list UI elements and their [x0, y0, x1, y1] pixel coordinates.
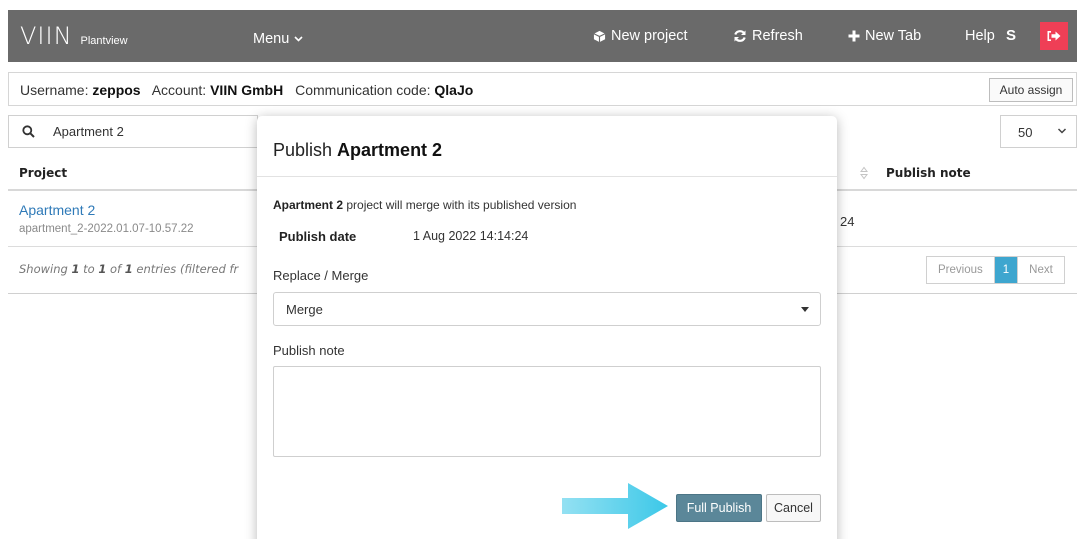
brand[interactable]: VIIN Plantview — [20, 22, 128, 50]
chevron-down-icon — [294, 36, 303, 42]
publish-note-label: Publish note — [273, 343, 345, 358]
refresh-button[interactable]: Refresh — [733, 10, 803, 62]
menu-label: Menu — [253, 31, 290, 47]
brand-subtitle: Plantview — [80, 35, 128, 47]
project-link[interactable]: Apartment 2 — [19, 202, 95, 218]
brand-logo: VIIN — [20, 22, 73, 50]
column-header-publish-note[interactable]: Publish note — [886, 166, 971, 180]
refresh-label: Refresh — [752, 28, 803, 44]
logout-button[interactable] — [1040, 22, 1068, 50]
auto-assign-button[interactable]: Auto assign — [989, 78, 1073, 102]
communication-code-label: Communication code: — [295, 82, 431, 98]
refresh-icon — [734, 30, 746, 42]
username-value: zeppos — [92, 82, 141, 98]
cube-icon — [593, 30, 606, 42]
next-page-button[interactable]: Next — [1017, 257, 1064, 283]
page-size-value: 50 — [1018, 125, 1033, 140]
search-icon-wrap[interactable] — [9, 116, 47, 147]
communication-code-value: QlaJo — [434, 82, 474, 98]
plus-icon — [848, 30, 860, 42]
help-label: Help — [965, 28, 995, 44]
menu-dropdown[interactable]: Menu — [253, 13, 303, 65]
help-link[interactable]: Help — [965, 10, 995, 62]
top-navbar: VIIN Plantview Menu New project Refresh … — [8, 10, 1077, 62]
chevron-down-icon — [1057, 128, 1067, 134]
cancel-button[interactable]: Cancel — [766, 494, 821, 522]
user-button[interactable]: S — [1006, 10, 1016, 62]
column-header-project[interactable]: Project — [19, 166, 67, 180]
page-1-button[interactable]: 1 — [994, 257, 1018, 283]
new-project-button[interactable]: New project — [593, 10, 688, 62]
replace-merge-select[interactable]: Merge — [273, 292, 821, 326]
username-label: Username: — [20, 82, 89, 98]
search-box — [8, 115, 258, 148]
merge-message: Apartment 2 project will merge with its … — [273, 198, 577, 212]
showing-entries-text: Showing 1 to 1 of 1 entries (filtered fr — [19, 262, 239, 276]
pagination: Previous 1 Next — [926, 256, 1065, 284]
publish-note-textarea[interactable] — [273, 366, 821, 457]
new-tab-button[interactable]: New Tab — [848, 10, 921, 62]
account-value: VIIN GmbH — [210, 82, 284, 98]
full-publish-button[interactable]: Full Publish — [676, 494, 762, 522]
dialog-title: Publish Apartment 2 — [273, 140, 443, 160]
sort-icon[interactable] — [860, 166, 868, 180]
new-tab-label: New Tab — [865, 28, 922, 44]
publish-date-value: 1 Aug 2022 14:14:24 — [413, 229, 529, 243]
page-size-select[interactable]: 50 — [1000, 115, 1077, 148]
logout-icon — [1047, 31, 1061, 41]
user-initial: S — [1006, 27, 1017, 44]
pointer-arrow-icon — [562, 483, 668, 529]
caret-down-icon — [801, 307, 809, 312]
replace-merge-value: Merge — [286, 302, 323, 317]
account-info-text: Username: zeppos Account: VIIN GmbH Comm… — [20, 82, 473, 98]
dialog-divider — [257, 176, 837, 177]
search-input[interactable] — [53, 120, 253, 143]
publish-dialog: Publish Apartment 2 Apartment 2 project … — [257, 116, 837, 539]
account-info-bar: Username: zeppos Account: VIIN GmbH Comm… — [8, 72, 1077, 106]
app-window: VIIN Plantview Menu New project Refresh … — [0, 0, 1077, 539]
account-label: Account: — [151, 82, 207, 98]
search-icon — [21, 125, 35, 138]
replace-merge-label: Replace / Merge — [273, 268, 369, 283]
publish-date-label: Publish date — [279, 229, 357, 244]
new-project-label: New project — [611, 28, 688, 44]
previous-page-button[interactable]: Previous — [927, 257, 995, 283]
publish-date-cell: 24 — [840, 214, 855, 229]
project-version: apartment_2-2022.01.07-10.57.22 — [19, 223, 194, 235]
